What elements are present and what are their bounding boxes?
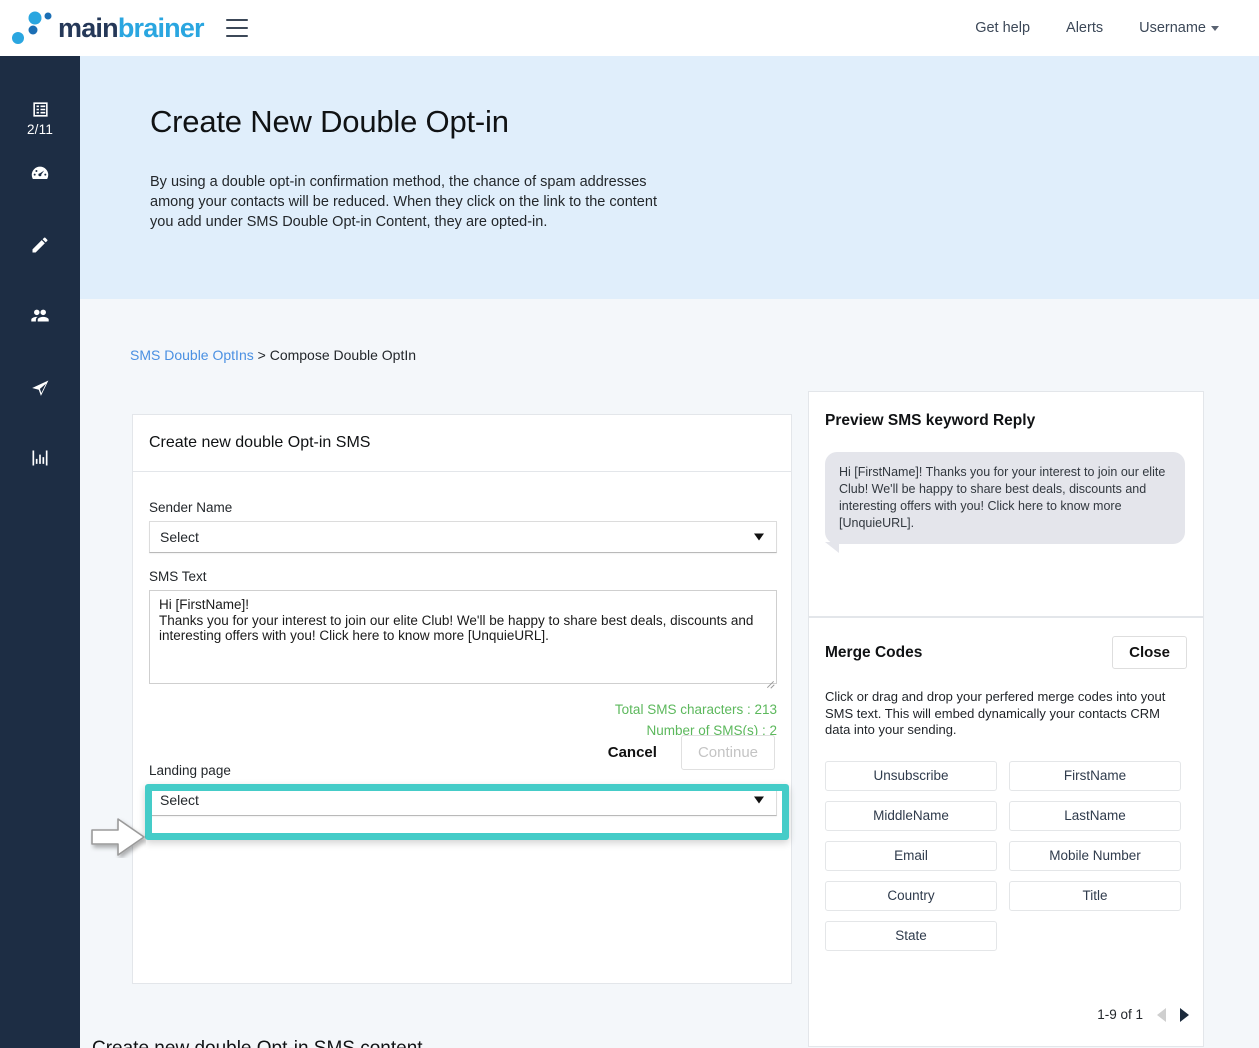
hero-banner: Create New Double Opt-in By using a doub… [80,56,1259,299]
breadcrumb: SMS Double OptIns > Compose Double OptIn [130,347,416,363]
pagination-range: 1-9 of 1 [1097,1007,1143,1022]
landing-page-field: Landing page Select [149,763,775,816]
app-logo[interactable]: mainbrainer [10,11,204,45]
sidebar-item-tasks[interactable]: 2/11 [0,100,80,137]
sender-name-label: Sender Name [149,500,775,515]
sender-name-value: Select [160,529,199,545]
chevron-down-icon [1211,26,1219,31]
merge-codes-grid: Unsubscribe FirstName MiddleName LastNam… [809,739,1203,951]
merge-code-firstname[interactable]: FirstName [1009,761,1181,791]
sms-text-label: SMS Text [149,569,775,584]
card-body: Sender Name Select SMS Text Total SMS ch… [133,472,791,816]
sidebar-task-badge: 2/11 [27,122,53,137]
merge-codes-title: Merge Codes [825,644,922,662]
cancel-button[interactable]: Cancel [594,736,671,769]
tasks-list-icon [31,100,50,119]
logo-text: mainbrainer [58,15,204,42]
merge-code-state[interactable]: State [825,921,997,951]
annotation-arrow-icon [90,816,146,858]
merge-code-lastname[interactable]: LastName [1009,801,1181,831]
next-page-icon[interactable] [1180,1008,1189,1022]
merge-codes-header: Merge Codes Close [809,618,1203,669]
card-title: Create new double Opt-in SMS [133,415,791,472]
logo-dots-icon [10,11,56,45]
bubble-tail-icon [825,542,839,553]
nav-alerts[interactable]: Alerts [1048,12,1121,44]
breadcrumb-separator: > [254,347,270,363]
top-bar: mainbrainer Get help Alerts Username [0,0,1259,56]
sidebar-item-dashboard[interactable] [0,163,80,185]
sidebar-item-analytics[interactable] [0,448,80,468]
close-button[interactable]: Close [1112,636,1187,669]
merge-codes-description: Click or drag and drop your perfered mer… [809,669,1203,739]
previous-page-icon[interactable] [1157,1008,1166,1022]
dashboard-speedometer-icon [29,163,51,185]
breadcrumb-current: Compose Double OptIn [270,347,416,363]
nav-get-help[interactable]: Get help [957,12,1048,44]
sidebar-item-contacts[interactable] [0,305,80,327]
sms-text-wrapper [149,590,777,689]
sender-name-select[interactable]: Select [149,521,777,553]
sidebar-item-send[interactable] [0,377,80,398]
landing-page-select[interactable]: Select [149,784,777,816]
nav-username[interactable]: Username [1121,12,1237,44]
page-description: By using a double opt-in confirmation me… [150,172,670,232]
sidebar: 2/11 [0,56,80,1048]
contacts-people-icon [29,305,51,327]
merge-code-country[interactable]: Country [825,881,997,911]
merge-code-middlename[interactable]: MiddleName [825,801,997,831]
total-characters-counter: Total SMS characters : 213 [149,699,777,720]
preview-card-title: Preview SMS keyword Reply [809,392,1203,430]
breadcrumb-link-sms-double-optins[interactable]: SMS Double OptIns [130,347,254,363]
bar-chart-analytics-icon [30,448,50,468]
merge-codes-card: Merge Codes Close Click or drag and drop… [808,617,1204,1047]
form-actions: Cancel Continue [594,735,775,770]
chevron-down-icon [754,534,764,541]
page-body: SMS Double OptIns > Compose Double OptIn… [80,299,1259,1048]
bottom-cutoff-text: Create new double Opt-in SMS content [92,1040,423,1048]
bottom-cutoff-heading: Create new double Opt-in SMS content [80,1040,1259,1048]
paper-plane-send-icon [30,377,51,398]
sms-text-input[interactable] [149,590,777,684]
hamburger-menu-icon[interactable] [226,19,248,37]
top-navigation: Get help Alerts Username [957,12,1259,44]
sms-preview-text: Hi [FirstName]! Thanks you for your inte… [839,465,1165,530]
create-optin-sms-card: Create new double Opt-in SMS Sender Name… [132,414,792,984]
preview-bubble-wrapper: Hi [FirstName]! Thanks you for your inte… [809,430,1203,544]
sms-preview-bubble: Hi [FirstName]! Thanks you for your inte… [825,452,1185,544]
merge-code-mobile-number[interactable]: Mobile Number [1009,841,1181,871]
preview-sms-card: Preview SMS keyword Reply Hi [FirstName]… [808,391,1204,617]
chevron-down-icon [754,797,764,804]
logo-text-main: main [58,13,118,43]
sidebar-item-edit[interactable] [0,235,80,255]
logo-text-brainer: brainer [118,13,204,43]
merge-code-title[interactable]: Title [1009,881,1181,911]
pencil-edit-icon [30,235,50,255]
page-title: Create New Double Opt-in [150,104,509,140]
landing-page-value: Select [160,792,199,808]
merge-codes-pagination: 1-9 of 1 [1097,1007,1189,1022]
nav-username-label: Username [1139,20,1206,36]
merge-code-unsubscribe[interactable]: Unsubscribe [825,761,997,791]
merge-code-email[interactable]: Email [825,841,997,871]
continue-button[interactable]: Continue [681,735,775,770]
